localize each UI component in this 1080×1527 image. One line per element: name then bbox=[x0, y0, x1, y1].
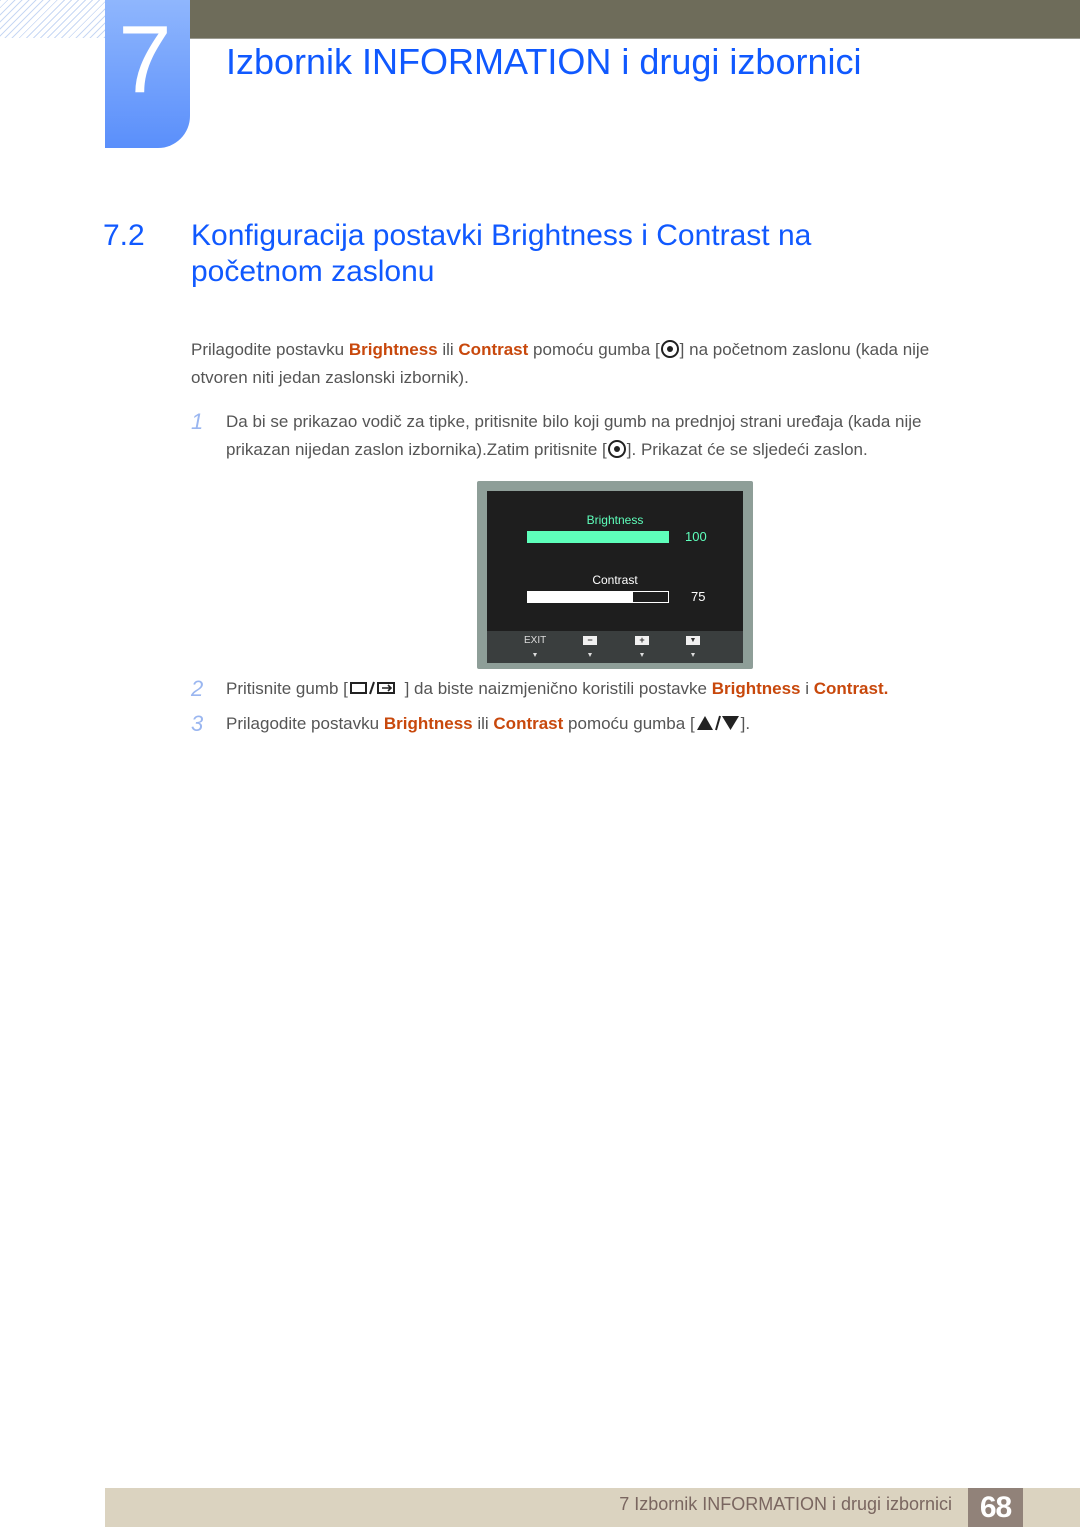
text: ili bbox=[472, 714, 494, 733]
osd-contrast-bar bbox=[527, 591, 669, 603]
joystick-press-icon bbox=[660, 340, 679, 358]
step-number: 3 bbox=[191, 711, 204, 736]
decorative-hatch bbox=[0, 0, 105, 38]
text: . bbox=[883, 679, 889, 698]
osd-brightness-fill bbox=[527, 531, 669, 543]
top-bar bbox=[190, 0, 1080, 39]
up-down-arrows-icon bbox=[695, 712, 741, 740]
section-title: Konfiguracija postavki Brightness i Cont… bbox=[191, 219, 812, 288]
highlight-contrast: Contrast bbox=[813, 679, 884, 698]
intro-paragraph: Prilagodite postavku Brightness ili Cont… bbox=[191, 336, 981, 392]
text: pomoću gumba [ bbox=[528, 340, 660, 359]
chapter-number: 7 bbox=[118, 6, 172, 113]
page-number: 68 bbox=[968, 1488, 1023, 1527]
osd-button-guide: EXIT − + ▼ bbox=[487, 631, 743, 663]
highlight-brightness: Brightness bbox=[348, 340, 438, 359]
step-number: 2 bbox=[191, 676, 204, 701]
osd-contrast-value: 75 bbox=[691, 589, 706, 604]
chapter-title: Izbornik INFORMATION i drugi izbornici bbox=[226, 41, 862, 82]
footer-chapter-title: 7 Izbornik INFORMATION i drugi izbornici bbox=[619, 1494, 952, 1514]
highlight-contrast: Contrast bbox=[493, 714, 564, 733]
chapter-badge: 7 bbox=[105, 0, 190, 148]
section-number: 7.2 bbox=[103, 219, 145, 252]
step-number: 1 bbox=[191, 409, 204, 434]
plus-icon: + bbox=[635, 636, 649, 645]
step-text: Prilagodite postavku Brightness ili Cont… bbox=[226, 710, 976, 740]
text: ]. Prikazat će se sljedeći zaslon. bbox=[626, 440, 868, 459]
text: Prilagodite postavku bbox=[226, 714, 384, 733]
osd-screen: Brightness 100 Contrast 75 bbox=[487, 491, 743, 631]
text: Pritisnite gumb [ bbox=[226, 679, 348, 698]
highlight-contrast: Contrast bbox=[458, 340, 529, 359]
minus-icon: − bbox=[583, 636, 597, 645]
osd-pointer-icon bbox=[691, 653, 695, 657]
step-text: Da bi se prikazao vodič za tipke, pritis… bbox=[226, 408, 976, 464]
text: ]. bbox=[740, 714, 751, 733]
text: ] da biste naizmjenično koristili postav… bbox=[399, 679, 712, 698]
text: i bbox=[800, 679, 814, 698]
osd-exit-label: EXIT bbox=[524, 635, 547, 646]
osd-pointer-icon bbox=[640, 653, 644, 657]
osd-brightness-value: 100 bbox=[685, 529, 707, 544]
down-arrow-icon: ▼ bbox=[686, 636, 700, 645]
text: ili bbox=[437, 340, 459, 359]
osd-brightness-label: Brightness bbox=[586, 513, 644, 527]
joystick-press-icon bbox=[607, 440, 626, 458]
step-text: Pritisnite gumb [ ] da biste naizmjeničn… bbox=[226, 675, 976, 705]
text: Prilagodite postavku bbox=[191, 340, 349, 359]
osd-contrast-fill bbox=[528, 592, 633, 602]
osd-pointer-icon bbox=[588, 653, 592, 657]
highlight-brightness: Brightness bbox=[383, 714, 473, 733]
osd-brightness-bar bbox=[527, 531, 669, 543]
text: pomoću gumba [ bbox=[563, 714, 695, 733]
osd-contrast-label: Contrast bbox=[592, 573, 638, 587]
menu-source-icon bbox=[348, 677, 400, 705]
osd-screenshot: Brightness 100 Contrast 75 EXIT − + ▼ bbox=[477, 481, 753, 669]
osd-pointer-icon bbox=[533, 653, 537, 657]
highlight-brightness: Brightness bbox=[711, 679, 801, 698]
